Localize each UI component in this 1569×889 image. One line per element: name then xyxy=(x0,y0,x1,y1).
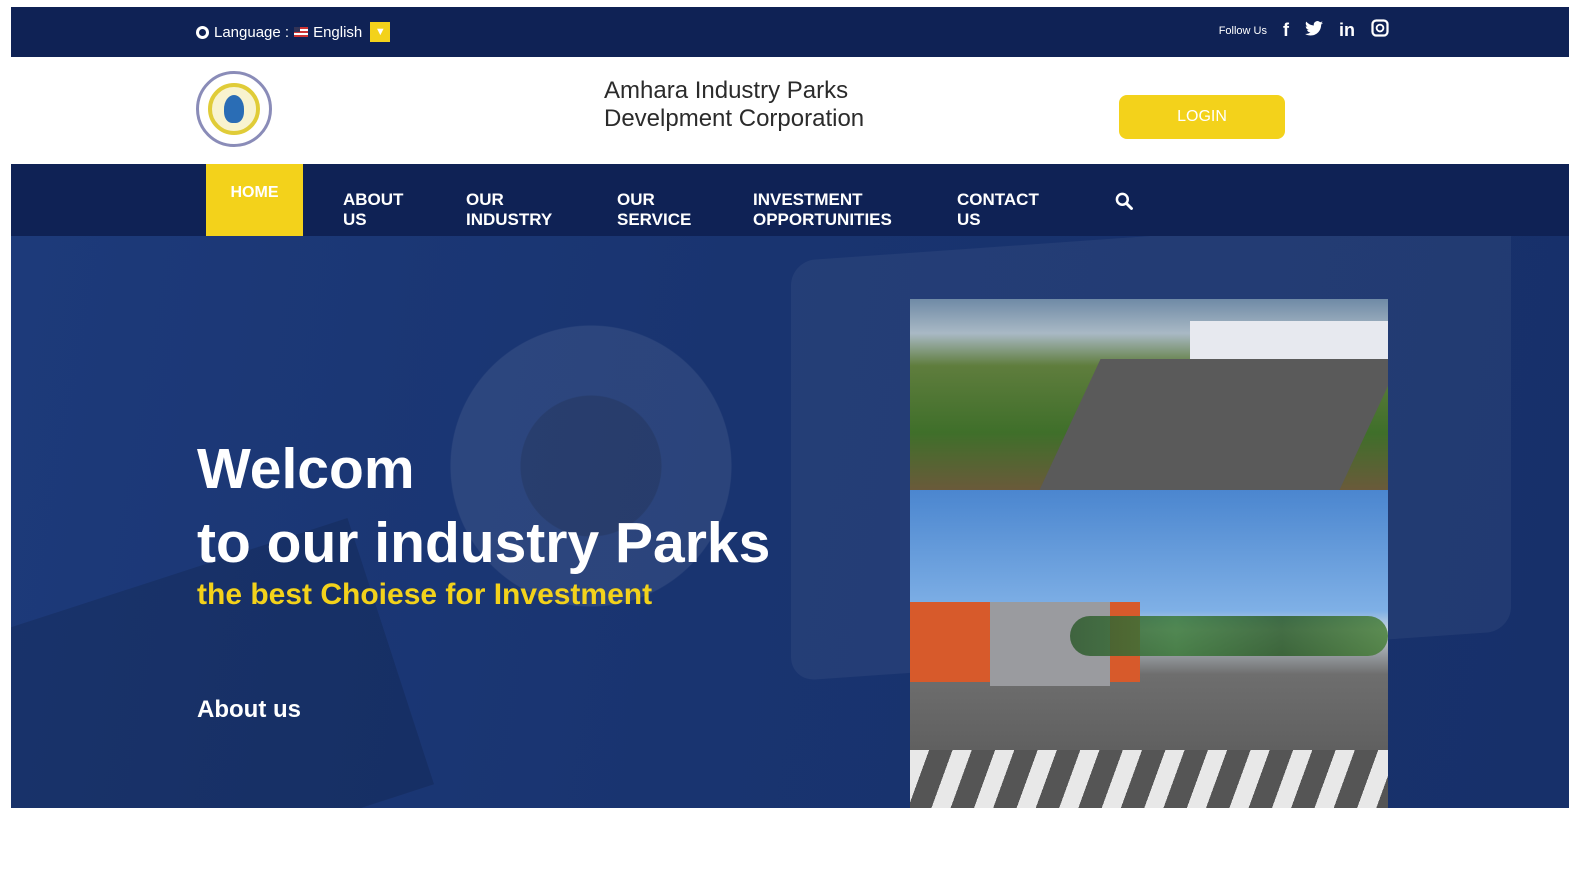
logo[interactable] xyxy=(196,71,272,147)
nav-about-us[interactable]: ABOUT US xyxy=(343,190,423,230)
nav-investment-opportunities[interactable]: INVESTMENT OPPORTUNITIES xyxy=(753,190,913,230)
nav-our-industry[interactable]: OUR INDUSTRY xyxy=(466,190,576,230)
photo-trees xyxy=(1070,616,1388,656)
nav-contact-us[interactable]: CONTACT US xyxy=(957,190,1057,230)
flag-icon xyxy=(294,27,309,37)
photo-crosswalk xyxy=(910,750,1388,808)
chevron-down-icon[interactable]: ▼ xyxy=(370,22,391,42)
brand-line-2: Develpment Corporation xyxy=(604,105,865,132)
hero-title: Welcom to our industry Parks xyxy=(197,432,770,580)
globe-icon xyxy=(196,25,209,39)
hero-tagline: the best Choiese for Investment xyxy=(197,578,653,611)
hero-section: Welcom to our industry Parks the best Ch… xyxy=(11,236,1569,808)
follow-label: Follow Us xyxy=(1218,24,1267,37)
photo-road xyxy=(1039,359,1388,490)
brand-name: Amhara Industry Parks Develpment Corpora… xyxy=(604,77,864,133)
logo-flame-icon xyxy=(224,95,244,123)
nav-home[interactable]: HOME xyxy=(206,164,303,236)
main-nav: HOME ABOUT US OUR INDUSTRY OUR SERVICE I… xyxy=(11,164,1569,236)
nav-our-service[interactable]: OUR SERVICE xyxy=(617,190,707,230)
hero-photo-collage xyxy=(910,299,1388,808)
social-links: Follow Us f in xyxy=(1219,19,1389,42)
twitter-icon[interactable] xyxy=(1305,20,1323,41)
search-icon[interactable] xyxy=(1114,191,1134,211)
industry-park-buildings-photo xyxy=(910,490,1388,808)
logo-emblem xyxy=(208,83,260,135)
hero-title-line-2: to our industry Parks xyxy=(197,511,771,575)
language-value: English xyxy=(313,23,363,41)
industry-park-road-photo xyxy=(910,299,1388,490)
instagram-icon[interactable] xyxy=(1371,19,1389,42)
hero-title-line-1: Welcom xyxy=(197,437,415,501)
about-us-link[interactable]: About us xyxy=(197,696,301,724)
linkedin-icon[interactable]: in xyxy=(1339,20,1355,41)
facebook-icon[interactable]: f xyxy=(1283,20,1289,41)
language-selector[interactable]: Language : English ▼ xyxy=(196,22,391,42)
top-bar: Language : English ▼ Follow Us f in xyxy=(11,7,1569,57)
site-header: Amhara Industry Parks Develpment Corpora… xyxy=(11,57,1569,165)
language-label: Language : xyxy=(214,23,290,41)
brand-line-1: Amhara Industry Parks xyxy=(604,77,849,104)
login-button[interactable]: LOGIN xyxy=(1119,95,1285,139)
